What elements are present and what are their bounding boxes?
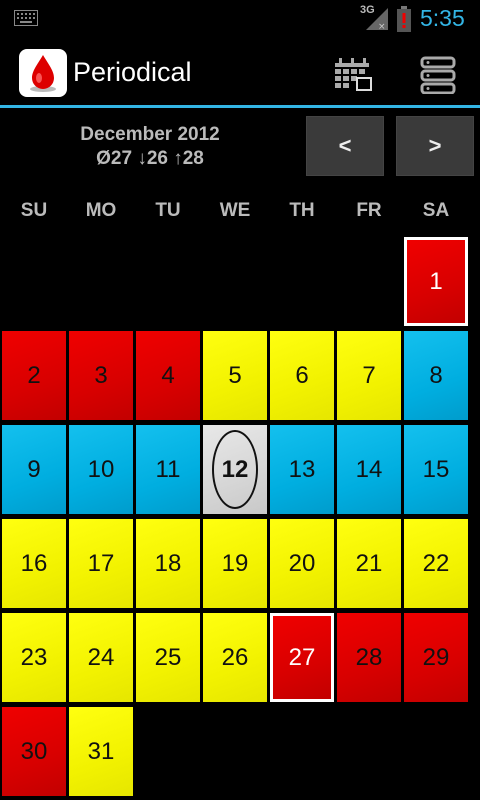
calendar-day-26[interactable]: 26	[203, 613, 267, 702]
calendar-day-29[interactable]: 29	[404, 613, 468, 702]
day-number: 6	[295, 361, 309, 389]
weekday-label-th: TH	[289, 200, 315, 221]
day-number: 1	[429, 267, 443, 295]
day-number: 28	[355, 643, 383, 671]
calendar-day-14[interactable]: 14	[337, 425, 401, 514]
keyboard-icon	[14, 10, 38, 26]
calendar-day-11[interactable]: 11	[136, 425, 200, 514]
signal-icon: 3G ×	[360, 4, 390, 32]
calendar-icon	[335, 58, 372, 91]
blood-drop-icon[interactable]	[19, 49, 67, 97]
weekday-label-fr: FR	[356, 200, 382, 221]
next-month-button[interactable]: >	[396, 116, 474, 176]
day-number: 26	[221, 643, 249, 671]
weekday-label-tu: TU	[155, 200, 181, 221]
calendar-day-7[interactable]: 7	[337, 331, 401, 420]
day-number: 16	[20, 549, 48, 577]
weekday-label-mo: MO	[85, 200, 117, 221]
calendar-day-30[interactable]: 30	[2, 707, 66, 796]
day-number: 13	[288, 455, 316, 483]
calendar-day-28[interactable]: 28	[337, 613, 401, 702]
action-bar: Periodical	[0, 38, 480, 108]
list-icon	[420, 56, 456, 94]
day-number: 30	[20, 737, 48, 765]
day-number: 3	[94, 361, 108, 389]
list-button[interactable]	[410, 50, 466, 100]
day-number: 9	[27, 455, 41, 483]
app-title: Periodical	[73, 57, 192, 87]
day-number: 7	[362, 361, 376, 389]
calendar-day-4[interactable]: 4	[136, 331, 200, 420]
calendar-day-1[interactable]: 1	[404, 237, 468, 326]
calendar-day-24[interactable]: 24	[69, 613, 133, 702]
battery-alert-icon	[396, 6, 412, 32]
calendar-day-20[interactable]: 20	[270, 519, 334, 608]
calendar-day-23[interactable]: 23	[2, 613, 66, 702]
svg-text:×: ×	[378, 22, 386, 32]
day-number: 14	[355, 455, 383, 483]
month-title: December 2012	[80, 124, 220, 145]
calendar-day-8[interactable]: 8	[404, 331, 468, 420]
weekday-label-sa: SA	[422, 200, 450, 221]
day-number: 12	[221, 455, 249, 483]
day-number: 24	[87, 643, 115, 671]
calendar-day-18[interactable]: 18	[136, 519, 200, 608]
day-number: 20	[288, 549, 316, 577]
calendar-day-16[interactable]: 16	[2, 519, 66, 608]
day-number: 5	[228, 361, 242, 389]
weekday-label-su: SU	[20, 200, 48, 221]
day-number: 4	[161, 361, 175, 389]
day-number: 19	[221, 549, 249, 577]
calendar-day-6[interactable]: 6	[270, 331, 334, 420]
day-number: 10	[87, 455, 115, 483]
calendar-day-27[interactable]: 27	[270, 613, 334, 702]
previous-month-button[interactable]: <	[306, 116, 384, 176]
calendar-day-21[interactable]: 21	[337, 519, 401, 608]
cycle-stats: Ø27 ↓26 ↑28	[96, 148, 204, 169]
day-number: 27	[288, 643, 316, 671]
day-number: 17	[87, 549, 115, 577]
calendar-day-10[interactable]: 10	[69, 425, 133, 514]
calendar-day-15[interactable]: 15	[404, 425, 468, 514]
day-number: 15	[422, 455, 450, 483]
day-number: 8	[429, 361, 443, 389]
calendar-day-13[interactable]: 13	[270, 425, 334, 514]
calendar-day-2[interactable]: 2	[2, 331, 66, 420]
calendar-button[interactable]	[326, 50, 382, 100]
calendar-day-17[interactable]: 17	[69, 519, 133, 608]
status-bar: 3G × 5:35	[0, 0, 480, 38]
calendar-day-19[interactable]: 19	[203, 519, 267, 608]
day-number: 25	[154, 643, 182, 671]
day-number: 2	[27, 361, 41, 389]
day-number: 29	[422, 643, 450, 671]
calendar-day-22[interactable]: 22	[404, 519, 468, 608]
day-number: 21	[355, 549, 383, 577]
day-number: 18	[154, 549, 182, 577]
calendar-day-5[interactable]: 5	[203, 331, 267, 420]
day-number: 31	[87, 737, 115, 765]
calendar-day-12[interactable]: 12	[203, 425, 267, 514]
day-number: 23	[20, 643, 48, 671]
calendar-day-25[interactable]: 25	[136, 613, 200, 702]
calendar-day-31[interactable]: 31	[69, 707, 133, 796]
day-number: 22	[422, 549, 450, 577]
calendar-day-3[interactable]: 3	[69, 331, 133, 420]
status-clock: 5:35	[420, 5, 465, 31]
calendar-day-9[interactable]: 9	[2, 425, 66, 514]
weekday-label-we: WE	[219, 200, 251, 221]
day-number: 11	[155, 455, 181, 483]
